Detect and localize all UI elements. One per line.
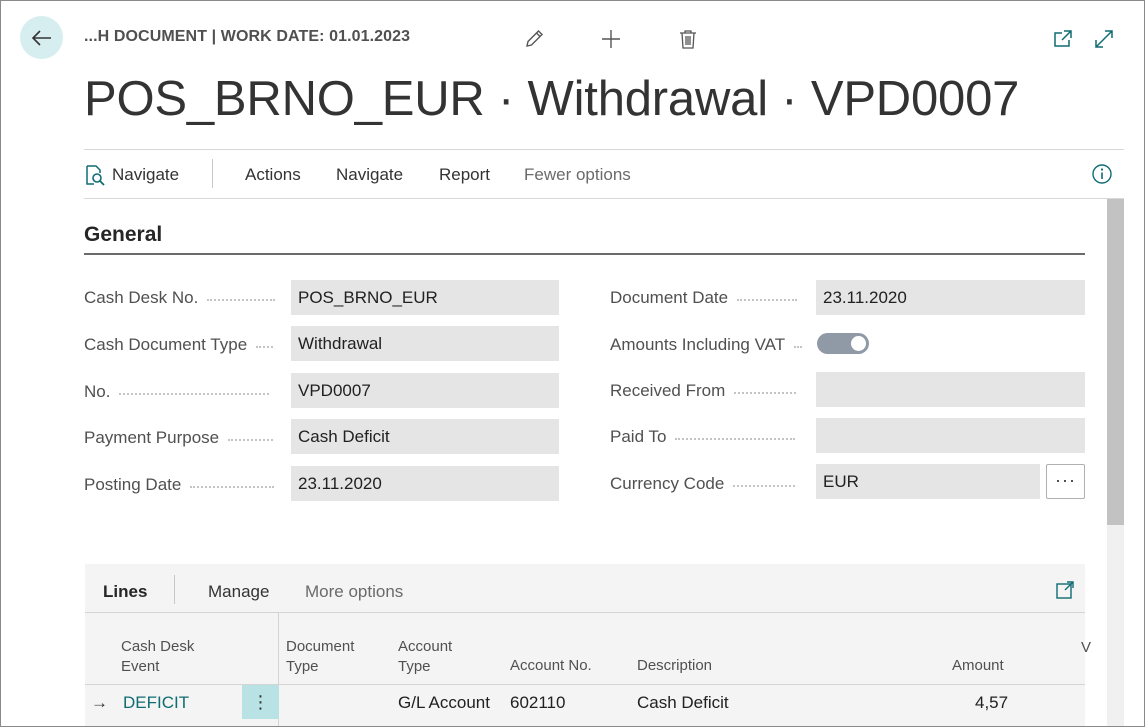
received-from-label: Received From — [610, 381, 797, 401]
row-actions-button[interactable]: ⋮ — [242, 685, 279, 719]
general-section-title[interactable]: General — [84, 223, 162, 247]
section-divider — [84, 253, 1085, 255]
page-title: POS_BRNO_EUR · Withdrawal · VPD0007 — [84, 72, 1020, 126]
posting-date-label: Posting Date — [84, 475, 275, 495]
info-icon[interactable] — [1091, 163, 1113, 185]
navigate-menu[interactable]: Navigate — [336, 165, 403, 185]
page-frame: ...H DOCUMENT | WORK DATE: 01.01.2023 PO… — [0, 0, 1145, 727]
posting-date-field[interactable]: 23.11.2020 — [291, 466, 559, 501]
cash-document-type-field[interactable]: Withdrawal — [291, 326, 559, 361]
payment-purpose-field[interactable]: Cash Deficit — [291, 419, 559, 454]
col-account-no[interactable]: Account No. — [510, 656, 592, 676]
more-options-button[interactable]: More options — [305, 582, 403, 602]
command-separator — [212, 159, 213, 188]
description-cell[interactable]: Cash Deficit — [637, 693, 729, 713]
document-date-field[interactable]: 23.11.2020 — [816, 280, 1085, 315]
grid-header-divider — [85, 612, 1085, 613]
navigate-primary-button[interactable]: Navigate — [84, 164, 179, 186]
page-scrollbar[interactable] — [1107, 199, 1124, 726]
amounts-including-vat-toggle[interactable] — [817, 333, 869, 354]
back-button[interactable] — [20, 16, 63, 59]
lines-part: Lines Manage More options Cash Desk Even… — [85, 564, 1091, 726]
col-document-type[interactable]: Document Type — [286, 637, 354, 677]
command-bar: Navigate Actions Navigate Report Fewer o… — [84, 149, 1124, 199]
lines-tab[interactable]: Lines — [103, 582, 147, 602]
scrollbar-thumb[interactable] — [1107, 199, 1124, 525]
lines-separator — [174, 575, 175, 604]
fewer-options-button[interactable]: Fewer options — [524, 165, 631, 185]
account-no-cell[interactable]: 602110 — [510, 693, 565, 713]
current-row-arrow-icon: → — [91, 693, 108, 712]
navigate-search-icon — [86, 165, 105, 186]
lines-expand-icon[interactable] — [1055, 580, 1075, 600]
amounts-including-vat-label: Amounts Including VAT — [610, 335, 803, 355]
amount-cell[interactable]: 4,57 — [975, 693, 1008, 713]
delete-button[interactable] — [675, 26, 701, 52]
col-account-type[interactable]: Account Type — [398, 637, 452, 677]
document-date-label: Document Date — [610, 288, 798, 308]
report-menu[interactable]: Report — [439, 165, 490, 185]
edit-button[interactable] — [521, 26, 547, 52]
cash-desk-event-cell[interactable]: DEFICIT — [123, 693, 189, 713]
account-type-cell[interactable]: G/L Account — [398, 693, 490, 713]
currency-code-label: Currency Code — [610, 474, 796, 494]
trash-icon — [680, 30, 696, 49]
open-new-window-button[interactable] — [1050, 26, 1076, 52]
col-cash-desk-event[interactable]: Cash Desk Event — [121, 637, 194, 677]
received-from-field[interactable] — [816, 372, 1085, 407]
actions-menu[interactable]: Actions — [245, 165, 301, 185]
open-new-window-icon — [1054, 30, 1072, 47]
new-button[interactable] — [598, 26, 624, 52]
paid-to-field[interactable] — [816, 418, 1085, 453]
manage-menu[interactable]: Manage — [208, 582, 269, 602]
no-label: No. — [84, 382, 270, 402]
col-amount[interactable]: Amount — [952, 656, 1004, 676]
paid-to-label: Paid To — [610, 427, 796, 447]
currency-lookup-button[interactable]: ··· — [1046, 464, 1085, 499]
cash-desk-no-field[interactable]: POS_BRNO_EUR — [291, 280, 559, 315]
page-caption: ...H DOCUMENT | WORK DATE: 01.01.2023 — [84, 28, 411, 45]
col-description[interactable]: Description — [637, 656, 712, 676]
payment-purpose-label: Payment Purpose — [84, 428, 274, 448]
plus-icon — [602, 30, 620, 48]
cash-desk-no-label: Cash Desk No. — [84, 288, 276, 308]
expand-button[interactable] — [1091, 26, 1117, 52]
table-row[interactable]: → DEFICIT ⋮ G/L Account 602110 Cash Defi… — [85, 685, 1085, 721]
toggle-knob — [851, 336, 866, 351]
cash-document-type-label: Cash Document Type — [84, 335, 274, 355]
currency-code-field[interactable]: EUR — [816, 464, 1040, 499]
back-arrow-icon — [31, 29, 51, 46]
pencil-icon — [526, 30, 543, 47]
col-clipped[interactable]: V — [1081, 639, 1091, 656]
navigate-primary-label: Navigate — [112, 165, 180, 184]
expand-icon — [1095, 30, 1113, 48]
no-field[interactable]: VPD0007 — [291, 373, 559, 408]
